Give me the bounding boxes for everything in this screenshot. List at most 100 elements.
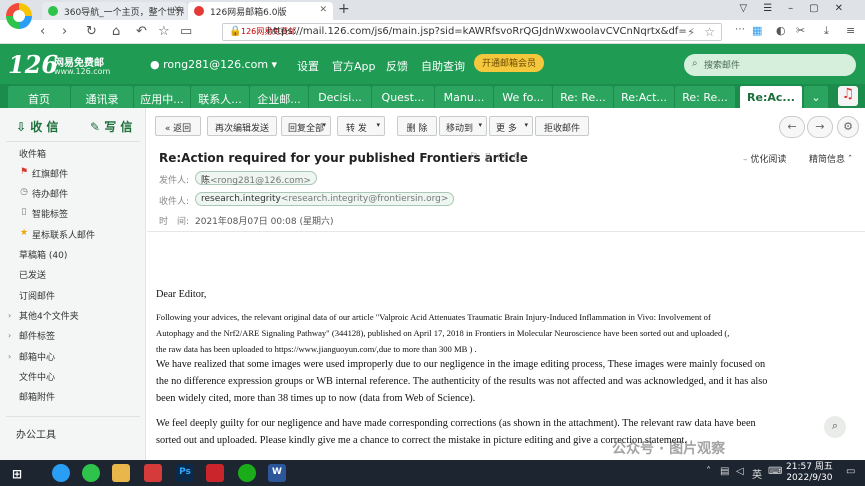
music-player-icon[interactable]: ♫ — [838, 86, 858, 106]
sidebar-item-drafts[interactable]: 草稿箱 (40) — [19, 248, 67, 261]
print-icon[interactable]: ⎙ — [513, 150, 528, 163]
bookmark-icon[interactable]: ▯ — [485, 150, 497, 163]
flag-icon[interactable]: ⚐ — [469, 150, 485, 163]
receive-mail-button[interactable]: ⇩ 收 信 — [16, 112, 58, 138]
back-button[interactable]: « 返回 — [155, 116, 201, 136]
vip-button[interactable]: 开通邮箱会员 — [474, 54, 545, 72]
sidebar-item-sent[interactable]: 已发送 — [19, 268, 46, 281]
compose-button[interactable]: ✎ 写 信 — [90, 112, 132, 138]
refresh-icon[interactable]: ↻ — [86, 24, 97, 39]
system-clock[interactable]: 21:57 周五 2022/9/30 — [786, 462, 833, 484]
brand-logo[interactable]: 126 — [8, 50, 58, 79]
move-to-button[interactable]: 移动到 ▾ — [439, 116, 487, 136]
more-tools-icon[interactable]: ⋯ — [735, 24, 745, 35]
account-menu[interactable]: ● rong281@126.com ▾ — [150, 58, 277, 71]
cut-icon[interactable]: ✂ — [796, 24, 805, 37]
tab-contact-person[interactable]: 联系人... — [191, 86, 249, 108]
next-mail-button[interactable]: → — [807, 116, 833, 138]
brief-info-link[interactable]: 精简信息 ˆ — [809, 152, 852, 165]
close-tab-icon[interactable]: ✕ — [319, 5, 327, 15]
tab-re-action-active[interactable]: Re:Ac... — [740, 86, 802, 108]
tab-we-found[interactable]: We fo... — [494, 86, 552, 108]
windows-start-icon[interactable]: ⊞ — [8, 464, 26, 482]
tab-re-re-2[interactable]: Re: Re... — [675, 86, 735, 108]
close-tab-icon[interactable]: ✕ — [173, 5, 181, 15]
sidebar-item-other-folders[interactable]: 其他4个文件夹 — [19, 309, 79, 322]
menu-icon[interactable]: ≡ — [846, 24, 855, 37]
chevron-right-icon[interactable]: › — [8, 352, 11, 361]
tab-contacts[interactable]: 通讯录 — [71, 86, 133, 108]
sidebar-item-todo[interactable]: ◷ 待办邮件 — [19, 187, 68, 200]
extension-icon[interactable]: ◐ — [776, 24, 786, 37]
network-icon[interactable]: ▤ — [720, 466, 729, 477]
previous-mail-button[interactable]: ← — [779, 116, 805, 138]
mail-search-input[interactable]: ⌕ 搜索邮件 — [684, 54, 856, 76]
sidebar-office-tools[interactable]: 办公工具 — [16, 426, 56, 441]
tab-question[interactable]: Quest... — [372, 86, 434, 108]
sidebar-item-mail-tags[interactable]: 邮件标签 — [19, 329, 55, 342]
settings-button[interactable]: ⚙ — [837, 116, 859, 138]
360-browser-logo-icon[interactable] — [6, 3, 32, 29]
forward-icon[interactable]: › — [62, 24, 67, 39]
zoom-button[interactable]: ⌕ — [824, 416, 846, 438]
acrobat-icon[interactable] — [206, 464, 224, 482]
word-icon[interactable]: W — [268, 464, 286, 482]
sidebar-item-file-center[interactable]: 文件中心 — [19, 370, 55, 383]
browser-tab-126-mail[interactable]: 126网易邮箱6.0版 ✕ — [188, 2, 333, 20]
sidebar-item-smart-tags[interactable]: ▯ 智能标签 — [19, 207, 69, 220]
keyboard-icon[interactable]: ⌨ — [768, 466, 782, 477]
tab-apps[interactable]: 应用中... — [134, 86, 190, 108]
wechat-icon[interactable] — [238, 464, 256, 482]
forward-button[interactable]: 转 发 ▾ — [337, 116, 385, 136]
tab-re-action-1[interactable]: Re:Act... — [614, 86, 674, 108]
sidebar-item-inbox[interactable]: 收件箱 — [19, 147, 46, 160]
official-app-link[interactable]: 官方App — [332, 58, 376, 74]
window-controls[interactable]: ▽☰–▢✕ — [740, 3, 859, 14]
download-icon[interactable]: ⤓ — [824, 24, 829, 38]
compatibility-mode-icon[interactable]: ⚡ — [687, 26, 695, 39]
clock-icon[interactable]: ◷ — [497, 150, 513, 163]
back-icon[interactable]: ‹ — [40, 24, 45, 39]
sidebar-item-mail-center[interactable]: 邮箱中心 — [19, 350, 55, 363]
tab-enterprise-mail[interactable]: 企业邮... — [250, 86, 308, 108]
delete-button[interactable]: 删 除 — [397, 116, 437, 136]
sidebar-item-starred-contacts[interactable]: ★ 星标联系人邮件 — [19, 228, 95, 241]
more-button[interactable]: 更 多 ▾ — [489, 116, 533, 136]
folder-icon[interactable] — [112, 464, 130, 482]
bookmark-star-icon[interactable]: ☆ — [704, 25, 715, 39]
resend-button[interactable]: 再次编辑发送 — [207, 116, 277, 136]
chevron-right-icon[interactable]: › — [8, 331, 11, 340]
feedback-link[interactable]: 反馈 — [386, 58, 408, 74]
recipient-pill[interactable]: research.integrity<research.integrity@fr… — [195, 192, 455, 206]
apps-grid-icon[interactable]: ▦ — [752, 24, 762, 37]
bookmarks-icon[interactable]: ▭ — [180, 24, 192, 39]
sidebar-item-attachments[interactable]: 邮箱附件 — [19, 390, 55, 403]
self-service-link[interactable]: 自助查询 — [421, 58, 465, 74]
sidebar-item-flagged[interactable]: ⚑ 红旗邮件 — [19, 167, 68, 180]
chevron-right-icon[interactable]: › — [8, 311, 11, 320]
tab-re-re-1[interactable]: Re: Re... — [553, 86, 613, 108]
new-tab-button[interactable]: + — [338, 1, 350, 17]
subject-action-icons[interactable]: ⚐▯◷⎙ — [469, 150, 527, 164]
sidebar-item-subscriptions[interactable]: 订阅邮件 — [19, 289, 55, 302]
360-safe-icon[interactable] — [82, 464, 100, 482]
tab-overflow-chevron-icon[interactable]: ⌄ — [804, 86, 828, 108]
photoshop-icon[interactable]: Ps — [176, 464, 194, 482]
favorite-icon[interactable]: ☆ — [158, 24, 170, 39]
settings-link[interactable]: 设置 — [297, 58, 319, 74]
optimize-reading-link[interactable]: – 优化阅读 — [743, 152, 786, 165]
sender-pill[interactable]: 陈<rong281@126.com> — [195, 171, 317, 186]
undo-icon[interactable]: ↶ — [136, 24, 147, 39]
tab-decision[interactable]: Decisi... — [309, 86, 371, 108]
tab-manuscript[interactable]: Manu... — [435, 86, 493, 108]
volume-icon[interactable]: ◁ — [736, 466, 744, 477]
notification-icon[interactable]: ▭ — [846, 466, 855, 477]
home-icon[interactable]: ⌂ — [112, 24, 120, 39]
tab-home[interactable]: 首页 — [8, 86, 70, 108]
360-browser-icon[interactable] — [52, 464, 70, 482]
browser-tab-360-nav[interactable]: 360导航_一个主页，整个世界 ✕ — [42, 2, 187, 20]
reply-all-button[interactable]: 回复全部 ▾ — [281, 116, 331, 136]
ime-indicator[interactable]: 英 — [752, 466, 762, 481]
url-field[interactable]: 🔒 126网易免费邮 https://mail.126.com/js6/main… — [222, 23, 722, 41]
reject-mail-button[interactable]: 拒收邮件 — [535, 116, 589, 136]
